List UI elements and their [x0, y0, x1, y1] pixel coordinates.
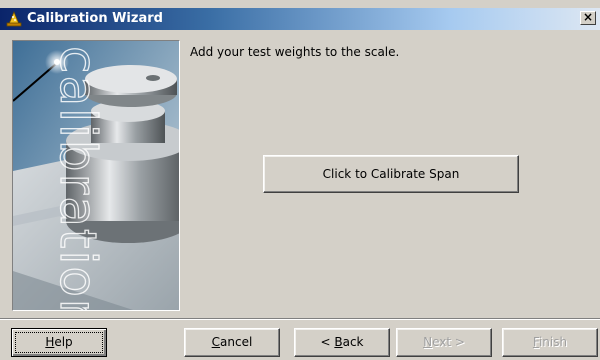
help-button[interactable]: Help [11, 328, 107, 357]
next-label-rest: ext > [432, 335, 465, 349]
calibrate-span-button[interactable]: Click to Calibrate Span [263, 155, 519, 193]
wizard-side-image: calibration [12, 40, 180, 311]
back-mnemonic: B [334, 335, 343, 349]
next-button[interactable]: Next > [396, 328, 492, 357]
calibration-watermark: calibration [49, 46, 107, 310]
title-bar[interactable]: Calibration Wizard × [0, 8, 600, 30]
cancel-button[interactable]: Cancel [184, 328, 280, 357]
next-mnemonic: N [423, 335, 433, 349]
scale-weight-illustration: calibration [13, 41, 179, 310]
footer-separator [0, 318, 600, 320]
help-mnemonic: H [45, 335, 55, 349]
wizard-hat-icon [6, 11, 22, 27]
back-label-rest: ack [342, 335, 364, 349]
help-label-rest: elp [54, 335, 73, 349]
back-button[interactable]: < Back [294, 328, 390, 357]
close-icon: × [582, 10, 594, 24]
finish-label-rest: inish [538, 335, 568, 349]
finish-button[interactable]: Finish [502, 328, 598, 357]
calibration-wizard-window: Calibration Wizard × calibration Add you… [0, 0, 600, 360]
back-prefix: < [320, 335, 335, 349]
instruction-text: Add your test weights to the scale. [190, 45, 400, 59]
cancel-mnemonic: C [211, 335, 221, 349]
cancel-label-rest: ancel [220, 335, 253, 349]
window-title: Calibration Wizard [27, 11, 163, 26]
close-button[interactable]: × [580, 11, 596, 25]
